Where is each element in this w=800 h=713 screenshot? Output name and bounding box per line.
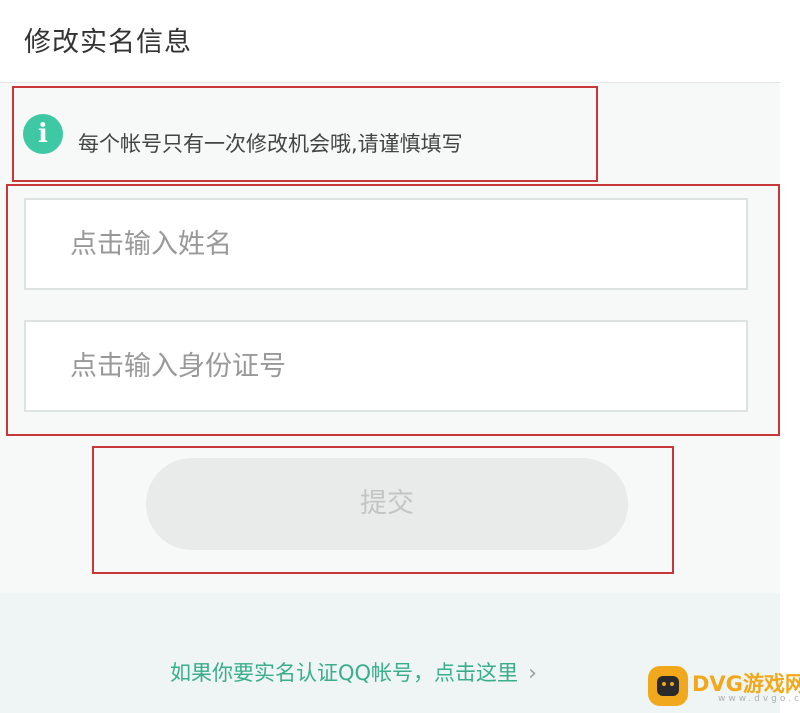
- name-input[interactable]: [70, 200, 730, 288]
- header: 修改实名信息: [0, 0, 780, 83]
- page-title: 修改实名信息: [24, 27, 192, 58]
- name-field[interactable]: [24, 198, 748, 290]
- gamepad-logo-icon: [648, 666, 688, 706]
- qq-verification-link[interactable]: 如果你要实名认证QQ帐号，点击这里 ›: [170, 657, 537, 687]
- page: 修改实名信息 i 每个帐号只有一次修改机会哦,请谨慎填写 提交 如果你要实名认证…: [0, 0, 800, 713]
- notice-text: 每个帐号只有一次修改机会哦,请谨慎填写: [78, 132, 463, 156]
- submit-button[interactable]: 提交: [146, 458, 628, 550]
- qq-verification-link-label: 如果你要实名认证QQ帐号，点击这里: [170, 661, 519, 685]
- id-number-input[interactable]: [70, 322, 730, 410]
- chevron-right-icon: ›: [528, 661, 537, 686]
- watermark: DVG游戏网 www.dvgo.cc: [648, 664, 800, 708]
- id-number-field[interactable]: [24, 320, 748, 412]
- right-margin: [780, 0, 800, 713]
- watermark-url: www.dvgo.cc: [718, 694, 800, 704]
- info-icon: i: [23, 114, 63, 154]
